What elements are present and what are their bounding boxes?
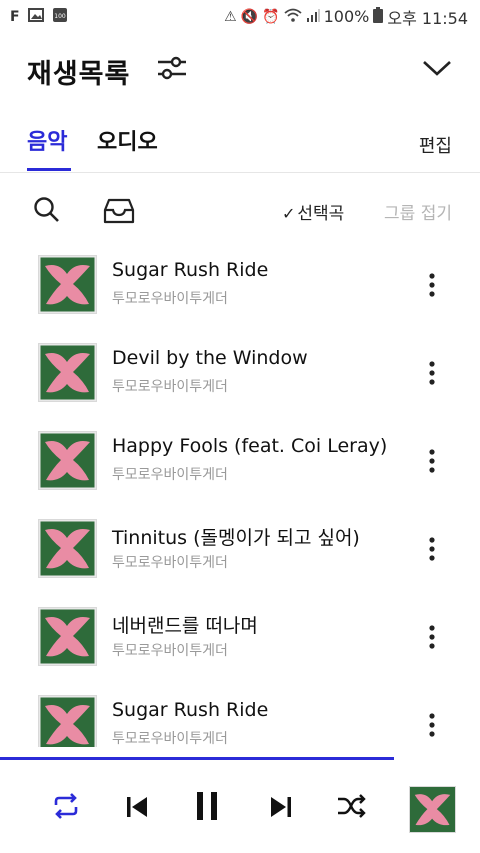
signal-icon bbox=[306, 8, 320, 26]
track-title: Tinnitus (돌멩이가 되고 싶어) bbox=[112, 527, 360, 549]
list-toolbar: ✓ 선택곡 그룹 접기 bbox=[0, 190, 480, 230]
track-row[interactable]: Tinnitus (돌멩이가 되고 싶어) 투모로우바이투게더 bbox=[0, 511, 480, 591]
battery-percent: 100% bbox=[323, 7, 370, 26]
track-title: Happy Fools (feat. Coi Leray) bbox=[112, 435, 388, 457]
track-title: 네버랜드를 떠나며 bbox=[112, 615, 258, 637]
page-title: 재생목록 bbox=[27, 59, 131, 90]
tab-audio[interactable]: 오디오 bbox=[97, 124, 158, 156]
hotspot-alert-icon: ⚠ bbox=[224, 8, 237, 25]
more-options-icon[interactable] bbox=[424, 712, 440, 738]
now-playing-album-art[interactable] bbox=[409, 786, 456, 833]
repeat-icon[interactable] bbox=[50, 792, 82, 820]
track-artist: 투모로우바이투게더 bbox=[112, 731, 228, 747]
pause-icon[interactable] bbox=[194, 790, 220, 822]
status-bar: F 100 ⚠ 🔇 ⏰ 100% 오후 11:54 bbox=[0, 0, 480, 33]
track-row[interactable]: Sugar Rush Ride 투모로우바이투게더 bbox=[0, 247, 480, 327]
track-row[interactable]: Sugar Rush Ride 투모로우바이투게더 bbox=[0, 687, 480, 747]
battery-icon bbox=[373, 6, 384, 27]
album-art bbox=[37, 254, 98, 315]
album-art bbox=[37, 518, 98, 579]
track-row[interactable]: Devil by the Window 투모로우바이투게더 bbox=[0, 335, 480, 415]
playback-progress[interactable] bbox=[0, 757, 480, 760]
track-title: Sugar Rush Ride bbox=[112, 259, 269, 281]
more-options-icon[interactable] bbox=[424, 448, 440, 474]
progress-fill bbox=[0, 757, 394, 760]
player-bar bbox=[0, 770, 480, 853]
more-options-icon[interactable] bbox=[424, 624, 440, 650]
group-fold-button[interactable]: 그룹 접기 bbox=[384, 199, 452, 224]
gallery-icon bbox=[27, 7, 44, 26]
check-icon: ✓ bbox=[282, 204, 296, 223]
track-title: Devil by the Window bbox=[112, 347, 308, 369]
header: 재생목록 bbox=[0, 40, 480, 96]
select-songs-button[interactable]: ✓ 선택곡 bbox=[282, 199, 344, 224]
previous-icon[interactable] bbox=[124, 794, 150, 820]
more-options-icon[interactable] bbox=[424, 272, 440, 298]
album-art bbox=[37, 342, 98, 403]
inbox-icon[interactable] bbox=[103, 198, 135, 224]
album-art bbox=[37, 430, 98, 491]
track-artist: 투모로우바이투게더 bbox=[112, 291, 228, 307]
tab-bar: 음악 오디오 편집 bbox=[0, 118, 480, 173]
sliders-icon[interactable] bbox=[156, 53, 188, 83]
more-options-icon[interactable] bbox=[424, 536, 440, 562]
track-artist: 투모로우바이투게더 bbox=[112, 467, 228, 483]
album-art bbox=[37, 694, 98, 747]
track-list: Sugar Rush Ride 투모로우바이투게더 Devil by the Win… bbox=[0, 247, 480, 747]
track-artist: 투모로우바이투게더 bbox=[112, 555, 228, 571]
album-art bbox=[37, 606, 98, 667]
edit-button[interactable]: 편집 bbox=[419, 132, 452, 158]
more-options-icon[interactable] bbox=[424, 360, 440, 386]
active-tab-indicator bbox=[27, 168, 71, 171]
wifi-icon bbox=[284, 8, 302, 26]
chevron-down-icon[interactable] bbox=[420, 56, 454, 80]
clock: 오후 11:54 bbox=[387, 8, 468, 28]
alarm-icon: ⏰ bbox=[262, 8, 280, 25]
track-title: Sugar Rush Ride bbox=[112, 699, 269, 721]
search-icon[interactable] bbox=[33, 196, 61, 224]
track-row[interactable]: 네버랜드를 떠나며투모로우바이투게더 bbox=[0, 599, 480, 679]
f-app-icon: F bbox=[10, 8, 20, 25]
svg-text:100: 100 bbox=[54, 13, 66, 20]
shuffle-icon[interactable] bbox=[336, 792, 368, 820]
battery-100-icon: 100 bbox=[52, 7, 68, 27]
mute-icon: 🔇 bbox=[240, 8, 259, 25]
next-icon[interactable] bbox=[268, 794, 294, 820]
tab-music[interactable]: 음악 bbox=[27, 124, 67, 156]
track-artist: 투모로우바이투게더 bbox=[112, 643, 228, 659]
track-artist: 투모로우바이투게더 bbox=[112, 379, 228, 395]
track-row[interactable]: Happy Fools (feat. Coi Leray) 투모로우바이투게더 bbox=[0, 423, 480, 503]
